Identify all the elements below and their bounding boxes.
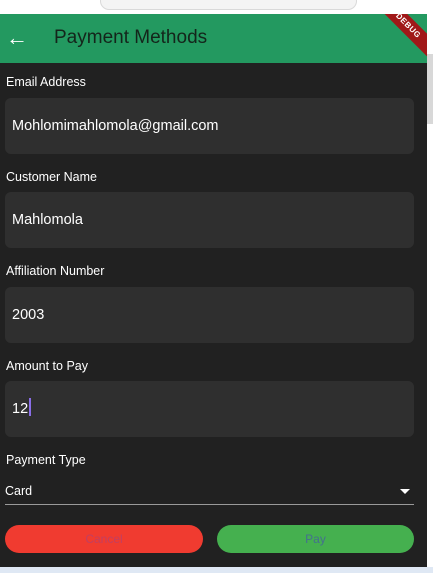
affiliation-number-field[interactable]: 2003 [5,287,414,343]
payment-type-value: Card [5,484,33,498]
window-top-strip [0,0,433,14]
amount-field[interactable]: 12 [5,381,414,437]
cancel-button[interactable]: Cancel [5,525,203,553]
text-caret [29,398,31,416]
email-field[interactable]: Mohlomimahlomola@gmail.com [5,98,414,154]
background-window-scrollbar [427,54,433,124]
app-bar: ← Payment Methods [0,14,427,63]
affiliation-number-value: 2003 [12,307,45,323]
back-arrow-icon[interactable]: ← [6,26,28,50]
email-value: Mohlomimahlomola@gmail.com [12,118,219,134]
payment-type-label: Payment Type [6,453,86,467]
taskbar-edge [0,567,433,573]
affiliation-number-label: Affiliation Number [6,264,105,278]
background-window-edge [427,14,433,567]
email-label: Email Address [6,75,86,89]
dropdown-arrow-icon[interactable] [400,489,410,494]
pay-button[interactable]: Pay [217,525,414,553]
customer-name-field[interactable]: Mahlomola [5,192,414,248]
page-title: Payment Methods [54,27,208,48]
payment-type-dropdown[interactable]: Card [5,480,414,505]
amount-label: Amount to Pay [6,359,88,373]
customer-name-label: Customer Name [6,170,97,184]
amount-value: 12 [12,401,29,417]
address-bar-edge [100,0,357,10]
customer-name-value: Mahlomola [12,212,83,228]
app-window: ← Payment Methods DEBUG Email Address Mo… [0,14,427,567]
